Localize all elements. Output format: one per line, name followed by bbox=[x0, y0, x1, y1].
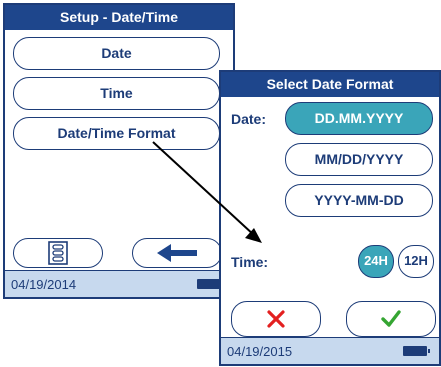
select-date-format-screen: Select Date Format Date: DD.MM.YYYY MM/D… bbox=[219, 70, 441, 366]
checkmark-icon bbox=[381, 310, 401, 327]
battery-icon bbox=[403, 346, 430, 356]
date-format-option-label: DD.MM.YYYY bbox=[314, 110, 404, 126]
status-date: 04/19/2014 bbox=[11, 277, 77, 292]
screen-title: Setup - Date/Time bbox=[5, 5, 233, 30]
status-date: 04/19/2015 bbox=[227, 344, 293, 359]
date-format-option-mm-dd-yyyy[interactable]: MM/DD/YYYY bbox=[285, 143, 433, 176]
list-menu-icon bbox=[48, 241, 68, 265]
cancel-button[interactable] bbox=[231, 301, 321, 337]
status-bar: 04/19/2015 bbox=[221, 337, 439, 364]
battery-icon bbox=[197, 279, 224, 289]
date-format-option-label: MM/DD/YYYY bbox=[314, 151, 404, 167]
back-button[interactable] bbox=[132, 238, 222, 268]
date-time-format-menu-label: Date/Time Format bbox=[57, 125, 176, 141]
setup-date-time-screen: Setup - Date/Time Date Time Date/Time Fo… bbox=[3, 3, 235, 299]
time-label: Time: bbox=[231, 254, 269, 270]
time-menu-button[interactable]: Time bbox=[13, 77, 220, 110]
date-format-option-yyyy-mm-dd[interactable]: YYYY-MM-DD bbox=[285, 184, 433, 217]
date-label: Date: bbox=[231, 111, 267, 127]
screen-title: Select Date Format bbox=[221, 72, 439, 97]
time-format-option-24h[interactable]: 24H bbox=[358, 245, 394, 278]
date-menu-button[interactable]: Date bbox=[13, 37, 220, 70]
date-format-option-dd-mm-yyyy[interactable]: DD.MM.YYYY bbox=[285, 102, 433, 135]
confirm-button[interactable] bbox=[346, 301, 436, 337]
menu-button[interactable] bbox=[13, 238, 103, 268]
cross-icon bbox=[267, 310, 285, 328]
date-format-option-label: YYYY-MM-DD bbox=[314, 192, 404, 208]
time-menu-label: Time bbox=[100, 85, 133, 101]
status-bar: 04/19/2014 bbox=[5, 270, 233, 297]
date-menu-label: Date bbox=[101, 45, 132, 61]
time-format-option-12h[interactable]: 12H bbox=[398, 245, 434, 278]
time-format-option-label: 12H bbox=[404, 253, 428, 268]
arrow-left-icon bbox=[157, 244, 197, 262]
date-time-format-menu-button[interactable]: Date/Time Format bbox=[13, 117, 220, 150]
time-format-option-label: 24H bbox=[364, 253, 388, 268]
